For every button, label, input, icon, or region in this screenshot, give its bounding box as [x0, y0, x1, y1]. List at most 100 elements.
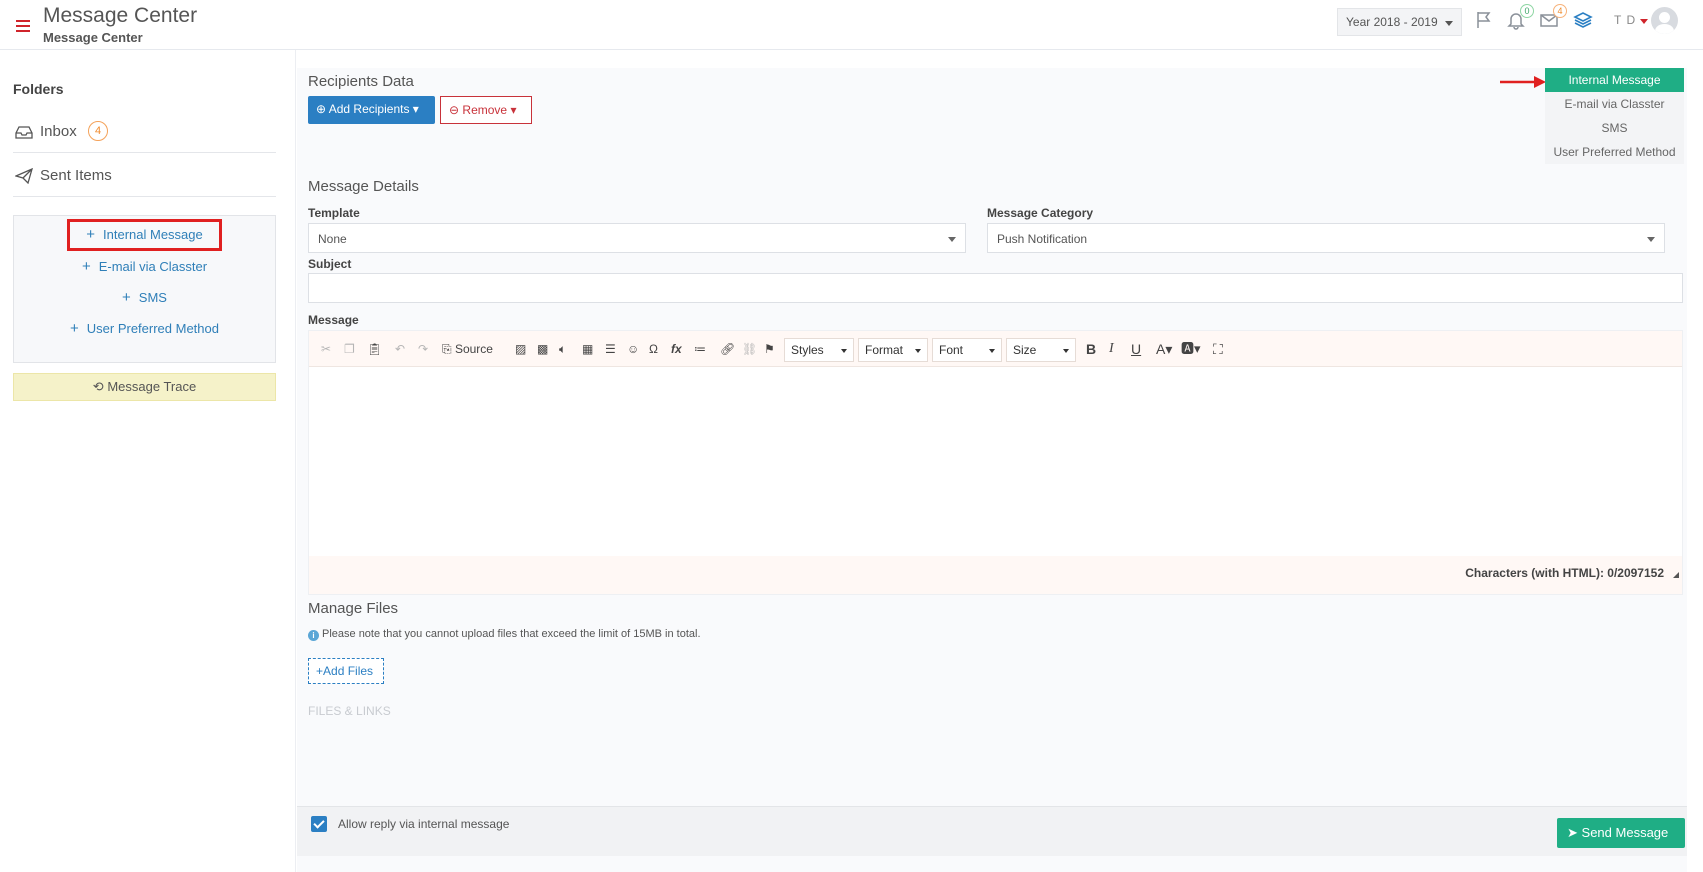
copy-icon[interactable]: ❐: [344, 340, 355, 358]
message-category-select[interactable]: Push Notification: [987, 223, 1665, 253]
template-select[interactable]: None: [308, 223, 966, 253]
hamburger-menu-icon[interactable]: [16, 20, 30, 32]
compose-internal-message[interactable]: + Internal Message: [14, 226, 275, 243]
files-links-label: FILES & LINKS: [308, 704, 391, 718]
horizontal-line-icon[interactable]: ☰: [605, 340, 616, 358]
page-subtitle: Message Center: [43, 30, 143, 45]
allow-reply-label: Allow reply via internal message: [338, 817, 510, 831]
plus-circle-icon: ⊕: [316, 102, 327, 116]
manage-files-title: Manage Files: [308, 600, 399, 617]
table-icon[interactable]: ▦: [582, 340, 593, 358]
editor-content-area[interactable]: [309, 368, 1682, 556]
chevron-down-icon: [1445, 21, 1453, 26]
recipients-title: Recipients Data: [308, 73, 414, 90]
flag-anchor-icon[interactable]: ⚑: [764, 340, 775, 358]
year-select[interactable]: Year 2018 - 2019: [1337, 8, 1462, 36]
compose-options: + Internal Message + E-mail via Classter +…: [13, 215, 276, 363]
main-content: Recipients Data ⊕ Add Recipients ▾ ⊖ Rem…: [297, 68, 1687, 872]
year-select-value: Year 2018 - 2019: [1346, 15, 1438, 29]
chevron-down-icon: [1063, 349, 1069, 353]
undo-icon[interactable]: ↶: [395, 340, 405, 358]
resize-handle-icon[interactable]: [1673, 572, 1679, 578]
message-details-title: Message Details: [308, 178, 419, 195]
message-editor: ✂ ❐ 📋︎ ↶ ↷ ⎘ Source ▨ ▩ 🔈︎ ▦ ☰ ☺ Ω fx ≔ …: [308, 330, 1683, 595]
image-icon[interactable]: ▨: [515, 340, 526, 358]
upload-limit-note: i Please note that you cannot upload file…: [308, 628, 701, 641]
message-category-value: Push Notification: [997, 232, 1088, 246]
add-recipients-button[interactable]: ⊕ Add Recipients ▾: [308, 96, 435, 124]
chevron-down-icon[interactable]: [1640, 19, 1648, 24]
paper-plane-icon: [14, 167, 34, 185]
user-initials[interactable]: T D: [1614, 13, 1636, 27]
subject-label: Subject: [308, 257, 352, 271]
send-type-internal-message[interactable]: Internal Message: [1545, 68, 1684, 92]
page-title: Message Center: [43, 4, 198, 27]
size-combo[interactable]: Size: [1006, 338, 1076, 362]
avatar[interactable]: [1651, 7, 1678, 34]
redo-icon[interactable]: ↷: [418, 340, 428, 358]
compose-footer: Allow reply via internal message ➤ Send …: [297, 806, 1687, 856]
background-color-icon[interactable]: 🅰︎▾: [1181, 340, 1201, 358]
chevron-down-icon: ▾: [412, 102, 419, 116]
font-combo[interactable]: Font: [932, 338, 1002, 362]
info-icon: i: [308, 630, 319, 641]
message-label: Message: [308, 313, 359, 327]
compose-email-via-classter[interactable]: + E-mail via Classter: [14, 258, 275, 275]
subject-input[interactable]: [308, 273, 1683, 303]
audio-icon[interactable]: 🔈︎: [559, 340, 566, 358]
chevron-down-icon: [948, 237, 956, 242]
format-combo[interactable]: Format: [858, 338, 928, 362]
sidebar-item-inbox[interactable]: Inbox 4: [13, 110, 276, 153]
maximize-icon[interactable]: ⛶: [1213, 340, 1223, 358]
chevron-down-icon: [915, 349, 921, 353]
minus-circle-icon: ⊖: [449, 103, 460, 117]
sidebar-item-sent-items[interactable]: Sent Items: [13, 154, 276, 197]
paper-plane-icon: ➤: [1567, 825, 1578, 840]
send-type-user-preferred-method[interactable]: User Preferred Method: [1545, 140, 1684, 164]
send-message-button[interactable]: ➤ Send Message: [1557, 818, 1685, 848]
send-type-sms[interactable]: SMS: [1545, 116, 1684, 140]
inbox-icon: [15, 124, 33, 140]
sidebar: Folders Inbox 4 Sent Items + Internal Mes…: [0, 50, 296, 872]
allow-reply-checkbox[interactable]: [311, 816, 327, 832]
compose-user-preferred-method[interactable]: + User Preferred Method: [14, 320, 275, 337]
underline-icon[interactable]: U: [1131, 340, 1141, 358]
notifications-badge: 0: [1520, 4, 1534, 18]
formula-icon[interactable]: fx: [671, 340, 682, 358]
sidebar-item-label: Sent Items: [40, 167, 112, 184]
flag-icon[interactable]: [1474, 10, 1496, 32]
source-button[interactable]: ⎘ Source: [442, 340, 493, 358]
source-icon: ⎘: [442, 342, 452, 356]
link-icon[interactable]: 🔗︎: [720, 340, 735, 358]
folders-title: Folders: [13, 81, 64, 97]
layers-icon[interactable]: [1573, 10, 1595, 32]
smiley-icon[interactable]: ☺: [627, 340, 639, 358]
omega-icon[interactable]: Ω: [649, 340, 658, 358]
send-type-email-via-classter[interactable]: E-mail via Classter: [1545, 92, 1684, 116]
message-category-label: Message Category: [987, 206, 1094, 220]
plus-icon: +: [122, 289, 131, 306]
add-files-button[interactable]: +Add Files: [308, 658, 384, 684]
plus-icon: +: [316, 664, 324, 678]
envelope-icon[interactable]: 4: [1539, 4, 1567, 32]
bold-icon[interactable]: B: [1086, 340, 1096, 358]
message-trace-button[interactable]: ⟲ Message Trace: [13, 373, 276, 401]
list-icon[interactable]: ≔: [694, 340, 706, 358]
top-header: Message Center Message Center Year 2018 …: [0, 0, 1703, 50]
text-color-icon[interactable]: A▾: [1156, 340, 1172, 358]
editor-toolbar: ✂ ❐ 📋︎ ↶ ↷ ⎘ Source ▨ ▩ 🔈︎ ▦ ☰ ☺ Ω fx ≔ …: [309, 331, 1682, 367]
chevron-down-icon: [841, 349, 847, 353]
unlink-icon[interactable]: ⛓: [742, 340, 757, 358]
cut-icon[interactable]: ✂: [321, 340, 331, 358]
image2-icon[interactable]: ▩: [537, 340, 548, 358]
compose-sms[interactable]: + SMS: [14, 289, 275, 306]
red-arrow-annotation-icon: [1500, 76, 1546, 88]
chevron-down-icon: ▾: [510, 103, 517, 117]
paste-icon[interactable]: 📋︎: [367, 340, 382, 358]
remove-button[interactable]: ⊖ Remove ▾: [440, 96, 532, 124]
styles-combo[interactable]: Styles: [784, 338, 854, 362]
bell-icon[interactable]: 0: [1506, 4, 1534, 32]
italic-icon[interactable]: I: [1109, 340, 1114, 358]
messages-badge: 4: [1553, 4, 1567, 18]
inbox-count-badge: 4: [88, 121, 108, 141]
